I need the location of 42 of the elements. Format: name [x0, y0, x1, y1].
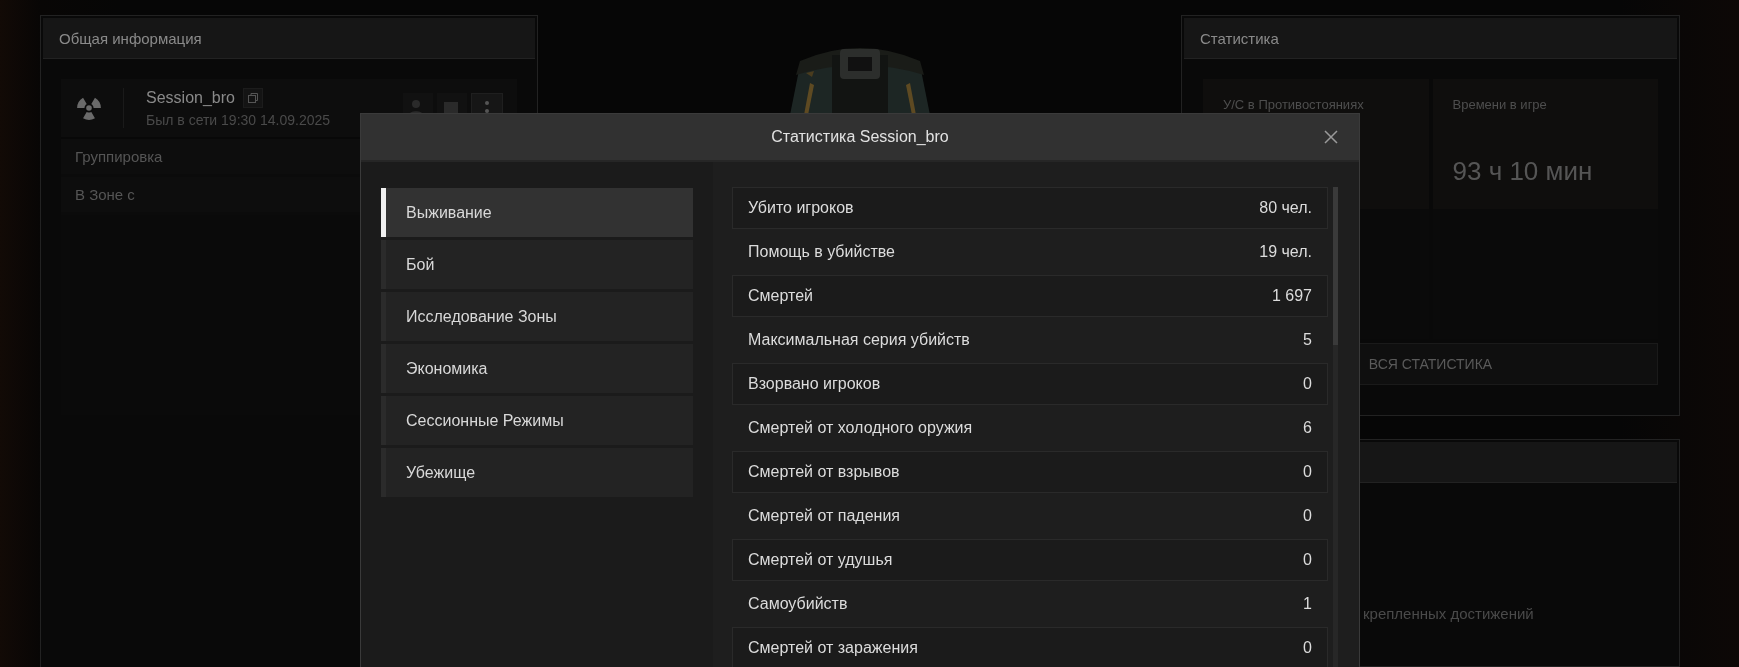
stat-label: Максимальная серия убийств	[748, 331, 970, 349]
stat-label: Смертей	[748, 287, 813, 305]
info-label: В Зоне с	[75, 186, 135, 203]
category-tab[interactable]: Экономика	[381, 344, 693, 393]
stat-label: Убито игроков	[748, 199, 854, 217]
stat-label: Самоубийств	[748, 595, 848, 613]
stat-label: Смертей от удушья	[748, 551, 893, 569]
panel-title: Статистика	[1200, 29, 1279, 47]
stat-label: Смертей от заражения	[748, 639, 918, 657]
more-icon	[484, 100, 490, 116]
stat-value: 1	[1303, 595, 1312, 613]
online-status: Был в сети 19:30 14.09.2025	[146, 112, 331, 128]
stat-value: 80 чел.	[1259, 199, 1312, 217]
tile-label: У/С в Противостояниях	[1223, 97, 1365, 112]
stat-value: 0	[1303, 551, 1312, 569]
category-tab[interactable]: Убежище	[381, 448, 693, 497]
copy-button[interactable]	[242, 88, 263, 108]
copy-icon	[246, 92, 259, 104]
tile-label: Времени в игре	[1452, 97, 1548, 112]
stat-value: 6	[1303, 419, 1312, 437]
stat-value: 0	[1303, 639, 1312, 657]
scrollbar[interactable]	[1333, 187, 1338, 667]
close-icon[interactable]	[1324, 130, 1338, 144]
player-name: Session_bro	[146, 89, 235, 107]
category-tab[interactable]: Сессионные Режимы	[381, 396, 693, 445]
stat-label: Смертей от падения	[748, 507, 900, 525]
panel-title: Общая информация	[59, 29, 202, 47]
category-tab[interactable]: Исследование Зоны	[381, 292, 693, 341]
stat-label: Помощь в убийстве	[748, 243, 895, 261]
stat-value: 19 чел.	[1259, 243, 1312, 261]
category-tab[interactable]: Выживание	[381, 188, 693, 237]
stat-label: Взорвано игроков	[748, 375, 881, 393]
category-tab[interactable]: Бой	[381, 240, 693, 289]
tile-value: 93 ч 10 мин	[1452, 156, 1594, 187]
achievements-text: крепленных достижений	[1363, 605, 1535, 622]
stat-label: Смертей от взрывов	[748, 463, 900, 481]
stat-value: 0	[1303, 463, 1312, 481]
info-label: Группировка	[75, 148, 163, 165]
dialog-title: Статистика Session_bro	[771, 128, 949, 146]
stat-label: Смертей от холодного оружия	[748, 419, 973, 437]
stat-value: 1 697	[1271, 287, 1312, 305]
stat-value: 0	[1303, 507, 1312, 525]
